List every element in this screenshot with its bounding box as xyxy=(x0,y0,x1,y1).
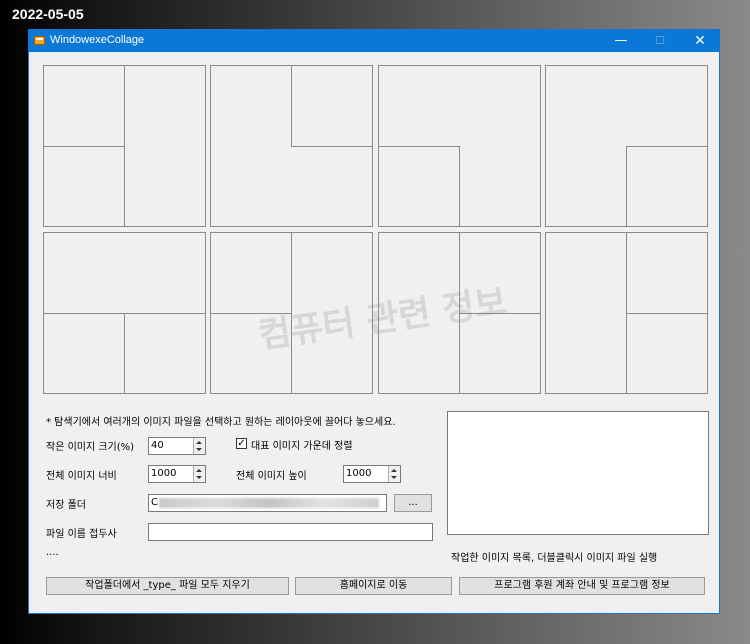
layout-6[interactable] xyxy=(210,232,373,394)
spin-down-icon[interactable] xyxy=(196,448,202,451)
close-button[interactable]: ✕ xyxy=(681,30,719,52)
total-height-value: 1000 xyxy=(346,468,372,479)
save-folder-field[interactable]: C xyxy=(148,494,387,512)
save-folder-label: 저장 폴더 xyxy=(46,500,86,511)
spin-up-icon[interactable] xyxy=(391,469,397,472)
small-image-size-label: 작은 이미지 크기(%) xyxy=(46,442,135,453)
clear-type-files-button[interactable]: 작업폴더에서 _type_ 파일 모두 지우기 xyxy=(46,577,289,595)
app-window: WindowexeCollage — ☐ ✕ 컴퓨터 관련 정보 * 탐색기에서… xyxy=(28,29,720,614)
total-height-label: 전체 이미지 높이 xyxy=(236,471,307,482)
title-bar[interactable]: WindowexeCollage — ☐ ✕ xyxy=(29,30,719,52)
status-dots: .... xyxy=(46,547,59,558)
spin-up-icon[interactable] xyxy=(196,469,202,472)
spin-down-icon[interactable] xyxy=(196,476,202,479)
image-list-caption: 작업한 이미지 목록, 더블클릭시 이미지 파일 실행 xyxy=(451,553,658,564)
layout-4[interactable] xyxy=(545,65,708,227)
spin-up-icon[interactable] xyxy=(196,441,202,444)
small-image-size-stepper[interactable]: 40 xyxy=(148,437,206,455)
date-label: 2022-05-05 xyxy=(12,6,84,22)
file-prefix-label: 파일 이름 접두사 xyxy=(46,529,117,540)
total-width-label: 전체 이미지 너비 xyxy=(46,471,117,482)
total-width-stepper[interactable]: 1000 xyxy=(148,465,206,483)
spin-down-icon[interactable] xyxy=(391,476,397,479)
total-width-value: 1000 xyxy=(151,468,177,479)
small-image-size-value: 40 xyxy=(151,440,164,451)
sponsor-info-button[interactable]: 프로그램 후원 계좌 안내 및 프로그램 정보 xyxy=(459,577,705,595)
homepage-button[interactable]: 홈페이지로 이동 xyxy=(295,577,452,595)
total-height-stepper[interactable]: 1000 xyxy=(343,465,401,483)
maximize-button[interactable]: ☐ xyxy=(641,30,679,52)
center-align-checkbox[interactable]: ✓ xyxy=(236,438,247,449)
layout-5[interactable] xyxy=(43,232,206,394)
layout-7[interactable] xyxy=(378,232,541,394)
save-folder-value: C xyxy=(151,497,158,508)
layout-8[interactable] xyxy=(545,232,708,394)
window-title: WindowexeCollage xyxy=(50,34,145,46)
file-prefix-field[interactable] xyxy=(148,523,433,541)
instruction-text: * 탐색기에서 여러개의 이미지 파일을 선택하고 원하는 레이아웃에 끌어다 … xyxy=(46,417,396,428)
layout-3[interactable] xyxy=(378,65,541,227)
browse-folder-button[interactable]: ... xyxy=(394,494,432,512)
image-list[interactable] xyxy=(447,411,709,535)
layout-1[interactable] xyxy=(43,65,206,227)
app-icon xyxy=(34,36,45,45)
minimize-button[interactable]: — xyxy=(602,30,640,52)
center-align-label: 대표 이미지 가운데 정렬 xyxy=(251,441,353,452)
layout-2[interactable] xyxy=(210,65,373,227)
